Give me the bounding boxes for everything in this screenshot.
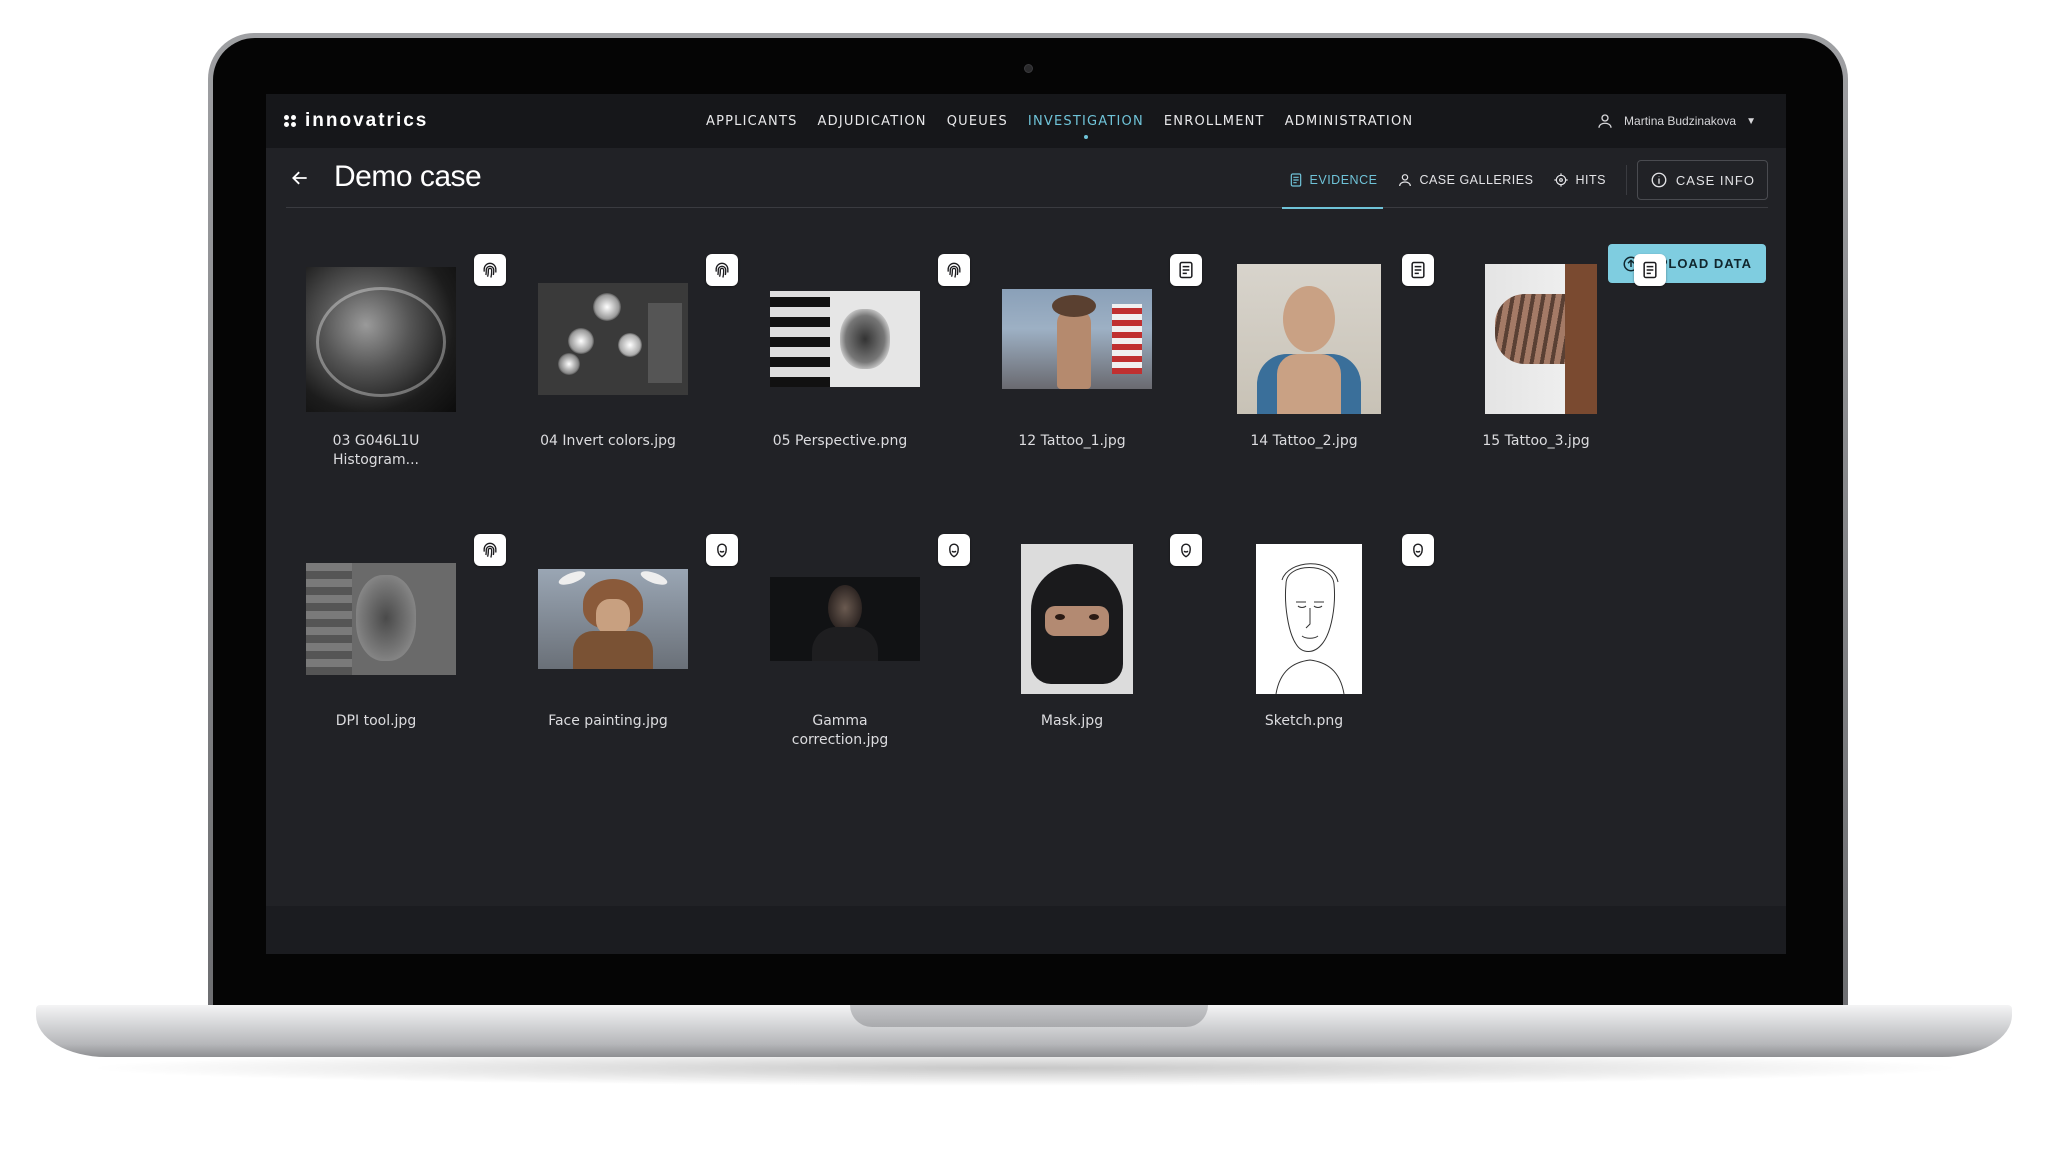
case-info-button[interactable]: CASE INFO bbox=[1636, 160, 1768, 200]
nav-investigation[interactable]: INVESTIGATION bbox=[1028, 114, 1144, 139]
evidence-thumbnail[interactable] bbox=[1237, 264, 1381, 414]
evidence-thumbnail[interactable] bbox=[538, 569, 688, 669]
evidence-caption: 05 Perspective.png bbox=[772, 433, 908, 449]
evidence-thumbnail[interactable] bbox=[538, 283, 688, 395]
page-title: Demo case bbox=[334, 160, 482, 193]
nav-queues[interactable]: QUEUES bbox=[947, 114, 1008, 129]
evidence-card[interactable]: 14 Tattoo_2.jpg bbox=[1194, 254, 1434, 484]
nav-applicants[interactable]: APPLICANTS bbox=[706, 114, 798, 129]
evidence-thumbnail[interactable] bbox=[306, 563, 456, 675]
user-icon bbox=[1598, 114, 1612, 128]
tab-evidence-label: EVIDENCE bbox=[1309, 173, 1378, 187]
face-icon bbox=[949, 543, 959, 558]
evidence-caption: 12 Tattoo_1.jpg bbox=[1018, 433, 1126, 449]
document-icon bbox=[1643, 261, 1657, 279]
evidence-thumbnail[interactable] bbox=[1002, 289, 1152, 389]
face-icon bbox=[1413, 543, 1423, 558]
tab-divider bbox=[1625, 165, 1627, 195]
evidence-thumbnail[interactable] bbox=[1021, 544, 1133, 694]
footer-strip bbox=[266, 906, 1786, 954]
chevron-down-icon: ▼ bbox=[1746, 115, 1756, 127]
evidence-thumbnail[interactable] bbox=[306, 266, 456, 412]
evidence-card[interactable]: 05 Perspective.png bbox=[730, 254, 970, 484]
evidence-thumbnail[interactable] bbox=[1485, 264, 1597, 414]
evidence-thumbnail[interactable] bbox=[1256, 544, 1362, 694]
tab-evidence[interactable]: EVIDENCE bbox=[1278, 160, 1388, 209]
face-badge bbox=[1402, 534, 1434, 566]
fingerprint-icon bbox=[947, 262, 961, 278]
sketch-drawing bbox=[1275, 563, 1345, 694]
evidence-caption: 03 G046L1U Histogram... bbox=[332, 433, 420, 468]
evidence-card[interactable]: 15 Tattoo_3.jpg bbox=[1426, 254, 1666, 484]
document-badge bbox=[1634, 254, 1666, 286]
case-tabs: EVIDENCE CASE GALLERIES HITS CASE INFO bbox=[1278, 160, 1768, 209]
evidence-card[interactable]: Face painting.jpg bbox=[498, 534, 738, 764]
camera bbox=[1024, 64, 1033, 73]
user-name: Martina Budzinakova bbox=[1624, 114, 1737, 128]
person-icon bbox=[1399, 174, 1412, 187]
main-menu: APPLICANTS ADJUDICATION QUEUES INVESTIGA… bbox=[706, 94, 1413, 148]
laptop-notch bbox=[850, 1005, 1208, 1027]
evidence-card[interactable]: DPI tool.jpg bbox=[266, 534, 506, 764]
evidence-caption: DPI tool.jpg bbox=[335, 713, 417, 729]
evidence-icon bbox=[1290, 173, 1301, 187]
user-menu[interactable]: Martina Budzinakova ▼ bbox=[1596, 94, 1756, 148]
evidence-card[interactable]: Mask.jpg bbox=[962, 534, 1202, 764]
logo-mark-icon bbox=[284, 115, 296, 127]
tab-hits-label: HITS bbox=[1575, 173, 1606, 187]
evidence-thumbnail[interactable] bbox=[770, 291, 920, 387]
evidence-caption: Mask.jpg bbox=[1040, 713, 1104, 729]
document-icon bbox=[1179, 261, 1193, 279]
evidence-caption: Sketch.png bbox=[1264, 713, 1344, 729]
evidence-caption: 04 Invert colors.jpg bbox=[540, 433, 676, 449]
tab-case-galleries[interactable]: CASE GALLERIES bbox=[1387, 160, 1543, 200]
face-icon bbox=[717, 543, 727, 558]
evidence-card[interactable]: Gamma correction.jpg bbox=[730, 534, 970, 764]
face-icon bbox=[1181, 543, 1191, 558]
fingerprint-icon bbox=[483, 542, 497, 558]
top-navigation: innovatrics APPLICANTS ADJUDICATION QUEU… bbox=[266, 94, 1786, 148]
nav-adjudication[interactable]: ADJUDICATION bbox=[818, 114, 927, 129]
nav-administration[interactable]: ADMINISTRATION bbox=[1285, 114, 1414, 129]
case-header: Demo case EVIDENCE CASE GALLERIES HITS C… bbox=[286, 148, 1768, 209]
evidence-caption: 15 Tattoo_3.jpg bbox=[1482, 433, 1590, 449]
fingerprint-icon bbox=[715, 262, 729, 278]
arrow-left-icon bbox=[292, 171, 307, 185]
fingerprint-icon bbox=[483, 262, 497, 278]
nav-enrollment[interactable]: ENROLLMENT bbox=[1164, 114, 1265, 129]
evidence-caption: 14 Tattoo_2.jpg bbox=[1250, 433, 1358, 449]
back-button[interactable] bbox=[286, 164, 314, 192]
tab-case-galleries-label: CASE GALLERIES bbox=[1419, 173, 1534, 187]
app-screen: innovatrics APPLICANTS ADJUDICATION QUEU… bbox=[266, 94, 1786, 954]
upload-data-button[interactable]: UPLOAD DATA bbox=[1608, 244, 1766, 283]
case-info-label: CASE INFO bbox=[1675, 172, 1755, 188]
evidence-caption: Face painting.jpg bbox=[548, 713, 668, 729]
evidence-caption: Gamma correction.jpg bbox=[791, 713, 889, 748]
evidence-card[interactable]: 03 G046L1U Histogram... bbox=[266, 254, 506, 484]
evidence-card[interactable]: 12 Tattoo_1.jpg bbox=[962, 254, 1202, 484]
document-icon bbox=[1411, 261, 1425, 279]
evidence-card[interactable]: Sketch.png bbox=[1194, 534, 1434, 764]
evidence-card[interactable]: 04 Invert colors.jpg bbox=[498, 254, 738, 484]
evidence-thumbnail[interactable] bbox=[770, 577, 920, 661]
brand-name: innovatrics bbox=[305, 110, 429, 131]
target-icon bbox=[1554, 173, 1569, 187]
info-icon bbox=[1651, 172, 1667, 188]
brand-logo[interactable]: innovatrics bbox=[284, 110, 428, 132]
tab-hits[interactable]: HITS bbox=[1543, 160, 1615, 200]
